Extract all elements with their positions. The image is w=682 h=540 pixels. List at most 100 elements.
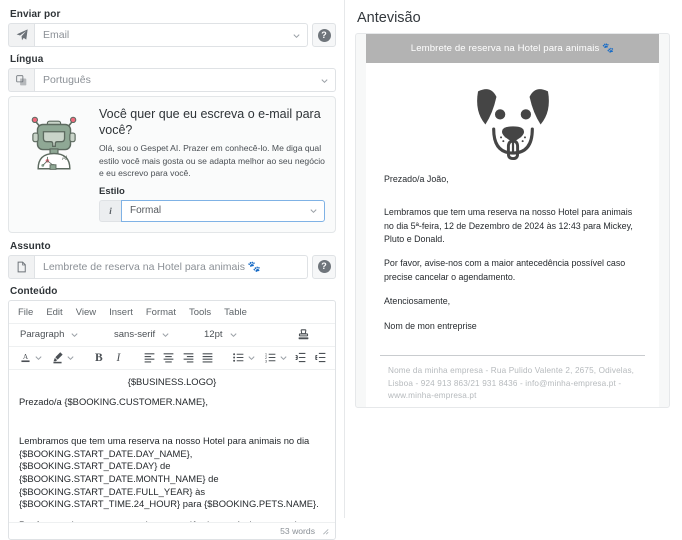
- translate-icon: [8, 68, 34, 92]
- menu-tools[interactable]: Tools: [189, 307, 211, 318]
- bullet-list-icon[interactable]: [230, 350, 247, 366]
- word-count: 53 words: [280, 525, 315, 536]
- language-label: Língua: [10, 54, 44, 65]
- svg-text:3: 3: [265, 358, 268, 363]
- align-justify-icon[interactable]: [201, 350, 215, 366]
- menu-format[interactable]: Format: [146, 307, 176, 318]
- menu-insert[interactable]: Insert: [109, 307, 133, 318]
- format-block-value: Paragraph: [20, 329, 65, 341]
- email-body: Prezado/a João, Lembramos que tem uma re…: [366, 173, 659, 333]
- stamp-icon[interactable]: [295, 327, 312, 343]
- font-size-value: 12pt: [204, 329, 223, 341]
- highlight-color-chevron-down-icon[interactable]: [66, 350, 75, 366]
- align-left-icon[interactable]: [142, 350, 156, 366]
- email-closing: Atenciosamente,: [384, 296, 451, 307]
- style-value: Formal: [130, 205, 162, 217]
- content-label: Conteúdo: [10, 285, 58, 297]
- editor-toolbar-row-2: A B I 1 2 3: [9, 345, 335, 369]
- dog-face-logo: [366, 63, 659, 173]
- chevron-down-icon: [310, 209, 317, 214]
- text-color-chevron-down-icon[interactable]: [34, 350, 43, 366]
- chevron-down-icon: [321, 78, 328, 83]
- svg-text:A: A: [23, 352, 29, 361]
- subject-value: Lembrete de reserva na Hotel para animai…: [43, 261, 261, 274]
- bullet-list-group[interactable]: [230, 350, 256, 366]
- preview-panel: Antevisão Lembrete de reserva na Hotel p…: [345, 0, 682, 518]
- numbered-list-icon[interactable]: 123: [262, 350, 279, 366]
- highlight-color-icon[interactable]: [49, 350, 66, 366]
- email-footer: Nome da minha empresa - Rua Pulido Valen…: [388, 365, 635, 401]
- ai-robot-illustration: AI: [17, 106, 91, 222]
- chevron-down-icon: [162, 333, 169, 338]
- editor-toolbar-row-1: Paragraph sans-serif 12pt: [9, 322, 335, 346]
- ai-card-description: Olá, sou o Gespet AI. Prazer em conhecê-…: [99, 143, 325, 179]
- menu-file[interactable]: File: [18, 307, 33, 318]
- font-family-select[interactable]: sans-serif: [111, 327, 195, 342]
- email-signature: Nom de mon entreprise: [384, 320, 477, 331]
- send-by-label: Enviar por: [10, 9, 61, 20]
- ai-assistant-card: AI Você quer que eu escreva o e-mail par…: [8, 96, 336, 233]
- question-mark-icon: ?: [317, 28, 331, 42]
- question-mark-icon: ?: [317, 260, 331, 274]
- chevron-down-icon: [293, 33, 300, 38]
- highlight-color-group[interactable]: [49, 350, 75, 366]
- editor-spacer: [19, 417, 325, 427]
- font-family-value: sans-serif: [114, 329, 156, 341]
- email-template-editor: Enviar por Email ? Língua Português AI V…: [0, 0, 682, 540]
- resize-grip-icon[interactable]: [321, 527, 329, 535]
- form-panel: Enviar por Email ? Língua Português AI V…: [0, 0, 345, 540]
- editor-logo-token: {$BUSINESS.LOGO}: [127, 375, 217, 387]
- increase-indent-icon[interactable]: [313, 350, 327, 366]
- email-preview: Lembrete de reserva na Hotel para animai…: [366, 34, 659, 407]
- send-by-select[interactable]: Email: [8, 23, 308, 47]
- numbered-list-group[interactable]: 123: [262, 350, 288, 366]
- language-value-wrap[interactable]: Português: [34, 68, 336, 92]
- subject-value-wrap[interactable]: Lembrete de reserva na Hotel para animai…: [34, 254, 308, 279]
- format-block-select[interactable]: Paragraph: [17, 327, 105, 342]
- rich-text-editor[interactable]: File Edit View Insert Format Tools Table…: [8, 299, 336, 540]
- language-value: Português: [43, 74, 91, 86]
- ai-card-title: Você quer que eu escreva o e-mail para v…: [99, 107, 321, 137]
- paper-plane-icon: [8, 23, 34, 47]
- preview-title: Antevisão: [357, 10, 421, 26]
- numbered-list-chevron-down-icon[interactable]: [279, 350, 288, 366]
- language-select[interactable]: Português: [8, 68, 336, 92]
- align-right-icon[interactable]: [182, 350, 196, 366]
- info-icon: i: [99, 199, 121, 222]
- editor-statusbar: 53 words: [9, 521, 335, 539]
- style-value-wrap[interactable]: Formal: [121, 199, 325, 222]
- email-banner: Lembrete de reserva na Hotel para animai…: [366, 34, 659, 63]
- style-label: Estilo: [99, 185, 125, 197]
- decrease-indent-icon[interactable]: [294, 350, 308, 366]
- bullet-list-chevron-down-icon[interactable]: [247, 350, 256, 366]
- svg-text:AI: AI: [62, 156, 68, 162]
- send-by-help-button[interactable]: ?: [312, 23, 336, 47]
- email-paragraph-2: Por favor, avise-nos com a maior anteced…: [384, 258, 626, 282]
- text-color-icon[interactable]: A: [17, 350, 34, 366]
- editor-paragraph-2: Por favor, avise-nos com a maior anteced…: [19, 519, 325, 522]
- subject-label: Assunto: [10, 240, 51, 252]
- italic-icon[interactable]: I: [112, 350, 126, 366]
- style-select[interactable]: i Formal: [99, 199, 325, 222]
- menu-edit[interactable]: Edit: [46, 307, 62, 318]
- font-size-select[interactable]: 12pt: [201, 327, 281, 342]
- menu-table[interactable]: Table: [224, 307, 247, 318]
- text-color-group[interactable]: A: [17, 350, 43, 366]
- menu-view[interactable]: View: [76, 307, 96, 318]
- align-center-icon[interactable]: [162, 350, 176, 366]
- subject-field[interactable]: Lembrete de reserva na Hotel para animai…: [8, 254, 308, 279]
- footer-divider: [380, 354, 645, 356]
- preview-container: Lembrete de reserva na Hotel para animai…: [355, 33, 670, 408]
- send-by-value-wrap[interactable]: Email: [34, 23, 308, 47]
- editor-menubar: File Edit View Insert Format Tools Table: [9, 301, 335, 323]
- bold-icon[interactable]: B: [92, 350, 106, 366]
- send-by-value: Email: [43, 29, 70, 41]
- subject-help-button[interactable]: ?: [312, 254, 336, 279]
- email-paragraph-1: Lembramos que tem uma reserva na nosso H…: [384, 207, 633, 245]
- editor-paragraph-1: Lembramos que tem uma reserva na nosso H…: [19, 434, 319, 510]
- chevron-down-icon: [71, 333, 78, 338]
- chevron-down-icon: [229, 333, 237, 338]
- email-greeting: Prezado/a João,: [384, 174, 449, 184]
- editor-content-area[interactable]: {$BUSINESS.LOGO} Prezado/a {$BOOKING.CUS…: [9, 368, 335, 522]
- editor-greeting: Prezado/a {$BOOKING.CUSTOMER.NAME},: [19, 396, 208, 408]
